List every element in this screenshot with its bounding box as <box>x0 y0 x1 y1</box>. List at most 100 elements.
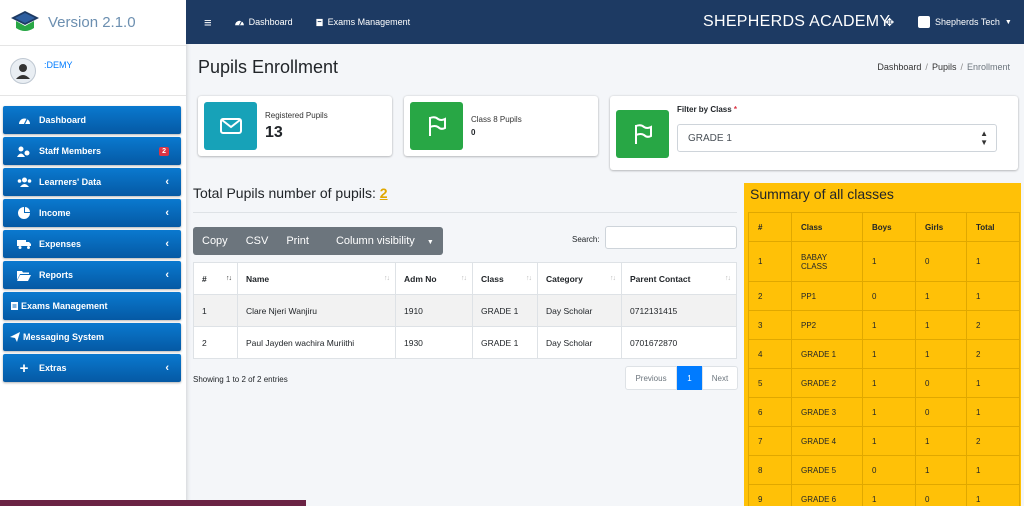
users-cog-icon <box>15 146 33 157</box>
column-header-number[interactable]: # ↑↓ <box>193 262 238 295</box>
table-row[interactable]: 2 Paul Jayden wachira Muriithi 1930 GRAD… <box>193 326 737 359</box>
paper-plane-icon <box>9 332 21 342</box>
pupils-table: # ↑↓ Name ↑↓ Adm No ↑↓ Class ↑↓ Category ↑↓ P… <box>193 262 737 359</box>
select-arrows-icon: ▲ ▼ <box>980 129 988 147</box>
breadcrumb-pupils[interactable]: Pupils <box>932 62 957 72</box>
summary-table: # Class Boys Girls Total 1 BABAY CLASS 1 0 1… <box>748 212 1020 506</box>
sidebar-item-dashboard[interactable]: Dashboard <box>3 106 181 134</box>
sort-icon: ↑↓ <box>461 275 467 282</box>
sidebar-item-label: Messaging System <box>23 332 105 342</box>
summary-header-total: Total <box>966 212 1020 242</box>
sidebar-item-reports[interactable]: Reports ‹ <box>3 261 181 289</box>
column-header-parent-contact[interactable]: Parent Contact ↑↓ <box>621 262 737 295</box>
print-button[interactable]: Print <box>277 235 318 247</box>
account-menu[interactable]: Shepherds Tech ▼ <box>918 16 1012 28</box>
summary-row: 1 BABAY CLASS 1 0 1 <box>748 241 1020 282</box>
topnav-exams-link[interactable]: Exams Management <box>315 17 411 27</box>
truck-icon <box>15 239 33 249</box>
topnav-dashboard-link[interactable]: Dashboard <box>234 17 293 27</box>
tachometer-icon <box>15 115 33 125</box>
sidebar: Version 2.1.0 :DEMY Dashboard Staff Memb… <box>0 0 186 506</box>
export-button-group: Copy CSV Print Column visibility ▼ <box>193 227 443 255</box>
sidebar-item-label: Exams Management <box>21 301 108 311</box>
sidebar-item-label: Expenses <box>39 239 82 249</box>
search-input[interactable] <box>605 226 737 249</box>
column-header-category[interactable]: Category ↑↓ <box>537 262 622 295</box>
pagination: Previous 1 Next <box>625 366 738 390</box>
csv-button[interactable]: CSV <box>237 235 278 247</box>
column-visibility-button[interactable]: Column visibility ▼ <box>318 235 443 247</box>
next-page-button[interactable]: Next <box>702 366 738 390</box>
registered-pupils-value: 13 <box>265 123 283 141</box>
page-1-button[interactable]: 1 <box>677 366 702 390</box>
summary-header-number: # <box>748 212 792 242</box>
folder-open-icon <box>15 270 33 281</box>
sort-asc-icon: ↑↓ <box>226 275 232 282</box>
column-header-adm-no[interactable]: Adm No ↑↓ <box>395 262 473 295</box>
table-row[interactable]: 1 Clare Njeri Wanjiru 1910 GRADE 1 Day S… <box>193 294 737 327</box>
column-header-class[interactable]: Class ↑↓ <box>472 262 538 295</box>
tachometer-icon <box>234 20 244 26</box>
graduation-icon <box>9 301 19 311</box>
search-label: Search: <box>572 235 600 244</box>
brand-link[interactable]: Version 2.1.0 <box>0 0 186 46</box>
filter-label: Filter by Class * <box>677 105 738 114</box>
summary-header-girls: Girls <box>915 212 967 242</box>
total-pupils-count[interactable]: 2 <box>380 185 388 201</box>
sidebar-item-extras[interactable]: + Extras ‹ <box>3 354 181 382</box>
sort-icon: ↑↓ <box>526 275 532 282</box>
chevron-left-icon: ‹ <box>165 207 169 219</box>
sidebar-item-expenses[interactable]: Expenses ‹ <box>3 230 181 258</box>
version-label: Version 2.1.0 <box>48 14 136 31</box>
chevron-left-icon: ‹ <box>165 269 169 281</box>
user-panel[interactable]: :DEMY <box>0 46 186 96</box>
sidebar-item-label: Dashboard <box>39 115 87 125</box>
breadcrumb: Dashboard / Pupils / Enrollment <box>877 62 1010 72</box>
users-icon <box>15 177 33 187</box>
account-avatar-icon <box>918 16 930 28</box>
class-summary-panel: Summary of all classes # Class Boys Girl… <box>744 183 1021 506</box>
sidebar-item-exams-management[interactable]: Exams Management <box>3 292 181 320</box>
class-select[interactable]: GRADE 1 ▲ ▼ <box>677 124 997 152</box>
bottom-strip <box>0 500 306 506</box>
sidebar-item-label: Staff Members <box>39 146 102 156</box>
summary-header-class: Class <box>791 212 863 242</box>
sidebar-item-label: Reports <box>39 270 74 280</box>
previous-page-button[interactable]: Previous <box>625 366 677 390</box>
envelope-icon <box>204 102 257 150</box>
sidebar-item-learners-data[interactable]: Learners' Data ‹ <box>3 168 181 196</box>
staff-count-badge: 2 <box>159 146 169 156</box>
hamburger-menu-icon[interactable]: ≡ <box>204 15 212 30</box>
avatar <box>10 57 36 84</box>
document-icon <box>315 18 323 26</box>
sort-icon: ↑↓ <box>725 275 731 282</box>
chevron-left-icon: ‹ <box>165 362 169 374</box>
graduation-cap-logo-icon <box>11 10 39 31</box>
user-icon <box>16 63 30 79</box>
page-title: Pupils Enrollment <box>198 57 339 77</box>
column-header-name[interactable]: Name ↑↓ <box>237 262 396 295</box>
filter-by-class-box: Filter by Class * GRADE 1 ▲ ▼ <box>610 96 1018 170</box>
fullscreen-expand-icon[interactable]: ✥ <box>885 16 894 29</box>
caret-down-icon: ▼ <box>426 239 434 246</box>
sidebar-item-messaging-system[interactable]: Messaging System <box>3 323 181 351</box>
topnav-dashboard-label: Dashboard <box>248 17 293 27</box>
chevron-left-icon: ‹ <box>165 238 169 250</box>
class-select-value: GRADE 1 <box>688 132 732 144</box>
sidebar-item-label: Learners' Data <box>39 177 102 187</box>
user-name[interactable]: :DEMY <box>44 60 73 70</box>
sidebar-item-label: Extras <box>39 363 67 373</box>
summary-row: 4 GRADE 1112 <box>748 339 1020 369</box>
pie-chart-icon <box>15 207 33 219</box>
flag-icon <box>410 102 463 150</box>
breadcrumb-enrollment: Enrollment <box>966 62 1010 72</box>
copy-button[interactable]: Copy <box>193 235 237 247</box>
summary-row: 8 GRADE 5011 <box>748 455 1020 485</box>
sidebar-item-staff-members[interactable]: Staff Members 2 <box>3 137 181 165</box>
sort-icon: ↑↓ <box>384 275 390 282</box>
breadcrumb-dashboard[interactable]: Dashboard <box>877 62 921 72</box>
sidebar-item-income[interactable]: Income ‹ <box>3 199 181 227</box>
summary-row: 5 GRADE 2101 <box>748 368 1020 398</box>
topnav-exams-label: Exams Management <box>327 17 411 27</box>
sidebar-item-label: Income <box>39 208 71 218</box>
